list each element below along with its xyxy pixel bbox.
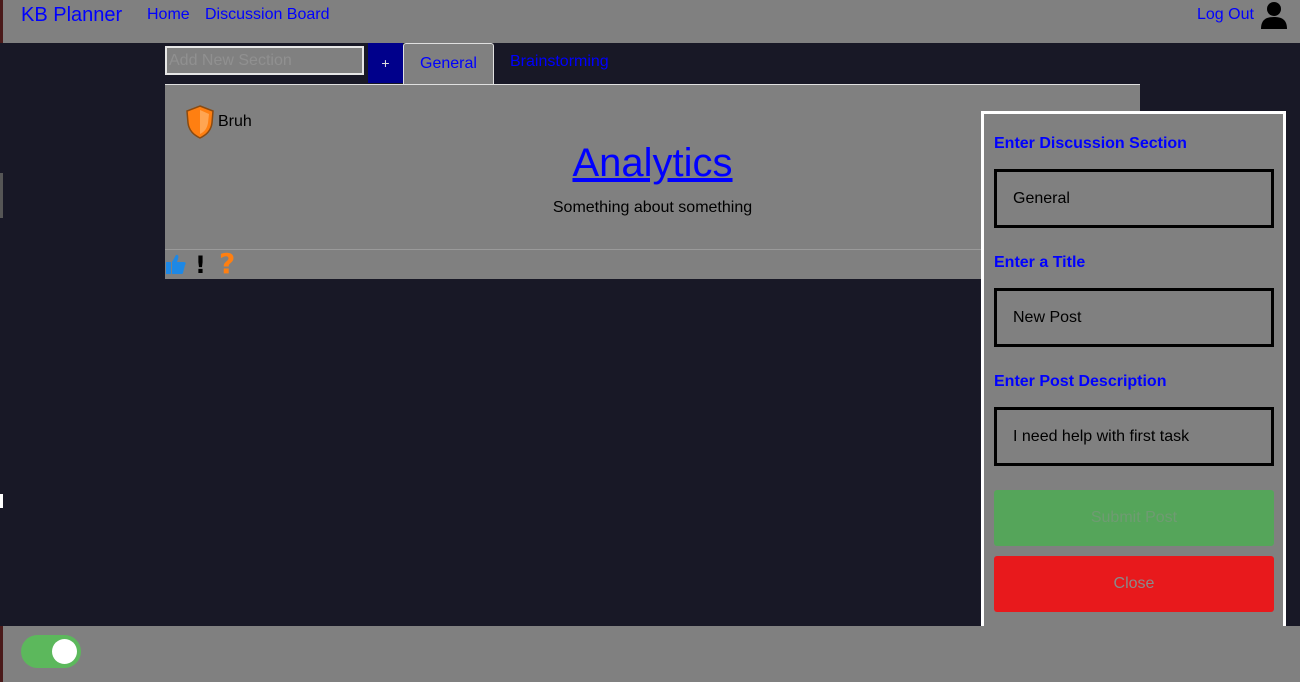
theme-toggle[interactable] — [21, 635, 81, 668]
title-label: Enter a Title — [994, 254, 1086, 271]
tab-brainstorming[interactable]: Brainstorming — [510, 53, 609, 71]
submit-post-button[interactable]: Submit Post — [994, 490, 1274, 546]
logout-link[interactable]: Log Out — [1197, 6, 1254, 24]
title-field[interactable]: New Post — [994, 288, 1274, 347]
discussion-section-label: Enter Discussion Section — [994, 135, 1187, 152]
post-author: Bruh — [218, 113, 252, 130]
toggle-knob — [52, 639, 77, 664]
left-edge-marker — [0, 173, 3, 218]
add-section-input[interactable] — [165, 46, 364, 75]
add-section-button[interactable]: + — [368, 43, 403, 83]
nav-home-link[interactable]: Home — [147, 6, 190, 24]
nav-discussion-board-link[interactable]: Discussion Board — [205, 6, 330, 24]
exclamation-icon[interactable]: ! — [195, 251, 206, 279]
shield-icon — [186, 105, 214, 139]
question-icon[interactable]: ? — [219, 247, 235, 280]
user-icon[interactable] — [1259, 0, 1289, 30]
brand-logo[interactable]: KB Planner — [21, 4, 122, 27]
tab-general[interactable]: General — [403, 43, 494, 85]
post-description-label: Enter Post Description — [994, 373, 1167, 390]
top-navbar: KB Planner Home Discussion Board Log Out — [0, 0, 1300, 43]
left-edge-marker-small — [0, 494, 3, 508]
discussion-section-field[interactable]: General — [994, 169, 1274, 228]
footer-bar — [0, 626, 1300, 682]
post-description-field[interactable]: I need help with first task — [994, 407, 1274, 466]
close-button[interactable]: Close — [994, 556, 1274, 612]
new-post-form: Enter Discussion Section General Enter a… — [981, 111, 1286, 626]
thumbs-up-icon[interactable] — [165, 253, 187, 275]
